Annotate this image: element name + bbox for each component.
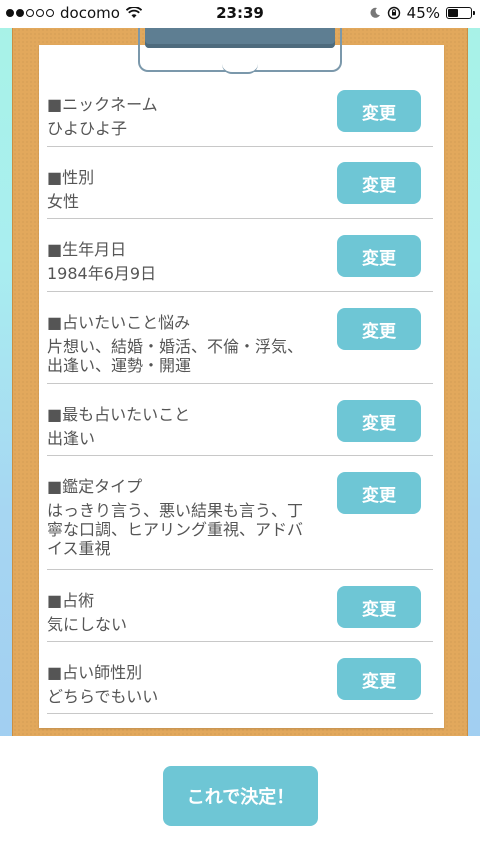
row-value: 出逢い <box>47 429 96 448</box>
row-label: ■生年月日 <box>47 240 127 259</box>
moon-icon <box>370 7 380 18</box>
profile-row-method: ■占術 気にしない 変更 <box>47 570 433 642</box>
row-label: ■最も占いたいこと <box>47 405 191 424</box>
row-value: 女性 <box>47 192 80 211</box>
profile-row-birthday: ■生年月日 1984年6月9日 変更 <box>47 219 433 292</box>
change-main-topic-button[interactable]: 変更 <box>337 400 421 442</box>
status-bar: docomo 23:39 45% <box>0 0 480 28</box>
profile-row-worries: ■占いたいこと悩み 片想い、結婚・婚活、不倫・浮気、出逢い、運勢・開運 変更 <box>47 292 433 384</box>
row-value: 1984年6月9日 <box>47 264 157 283</box>
clipboard-clip <box>145 28 335 48</box>
profile-row-gender: ■性別 女性 変更 <box>47 147 433 219</box>
row-value: はっきり言う、悪い結果も言う、丁寧な口調、ヒアリング重視、アドバイス重視 <box>47 501 304 558</box>
change-birthday-button[interactable]: 変更 <box>337 235 421 277</box>
status-right: 45% <box>369 4 475 22</box>
clipboard-clip-notch <box>222 64 258 74</box>
rotation-lock-icon <box>387 6 400 20</box>
change-worries-button[interactable]: 変更 <box>337 308 421 350</box>
profile-row-main-topic: ■最も占いたいこと 出逢い 変更 <box>47 384 433 456</box>
profile-row-reading-type: ■鑑定タイプ はっきり言う、悪い結果も言う、丁寧な口調、ヒアリング重視、アドバイ… <box>47 456 433 570</box>
change-fortune-teller-gender-button[interactable]: 変更 <box>337 658 421 700</box>
profile-row-nickname: ■ニックネーム ひよひよ子 変更 <box>47 86 433 147</box>
row-label: ■占い師性別 <box>47 663 143 682</box>
row-label: ■ニックネーム <box>47 95 158 114</box>
row-label: ■性別 <box>47 168 95 187</box>
row-value: 片想い、結婚・婚活、不倫・浮気、出逢い、運勢・開運 <box>47 337 304 375</box>
change-reading-type-button[interactable]: 変更 <box>337 472 421 514</box>
row-label: ■占いたいこと悩み <box>47 313 191 332</box>
row-label: ■鑑定タイプ <box>47 477 143 496</box>
profile-row-fortune-teller-gender: ■占い師性別 どちらでもいい 変更 <box>47 642 433 714</box>
battery-percent: 45% <box>406 4 440 22</box>
row-value: ひよひよ子 <box>47 119 128 138</box>
row-value: 気にしない <box>47 615 128 634</box>
change-method-button[interactable]: 変更 <box>337 586 421 628</box>
row-value: どちらでもいい <box>47 687 159 706</box>
change-gender-button[interactable]: 変更 <box>337 162 421 204</box>
change-nickname-button[interactable]: 変更 <box>337 90 421 132</box>
row-label: ■占術 <box>47 591 95 610</box>
battery-icon <box>446 7 475 19</box>
confirm-button[interactable]: これで決定！ <box>163 766 318 826</box>
